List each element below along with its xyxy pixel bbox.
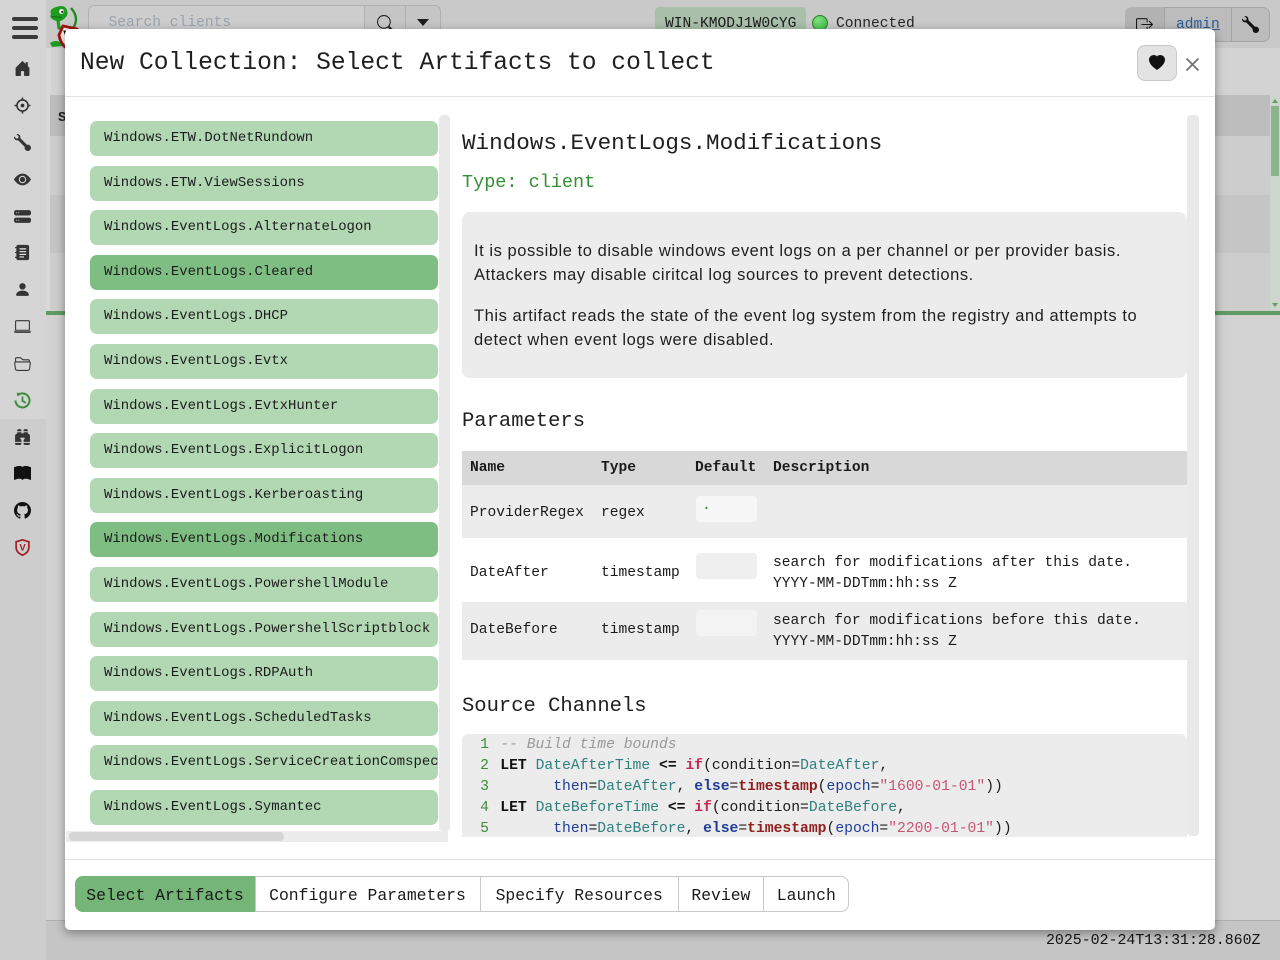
svg-text:V: V [20, 542, 27, 553]
